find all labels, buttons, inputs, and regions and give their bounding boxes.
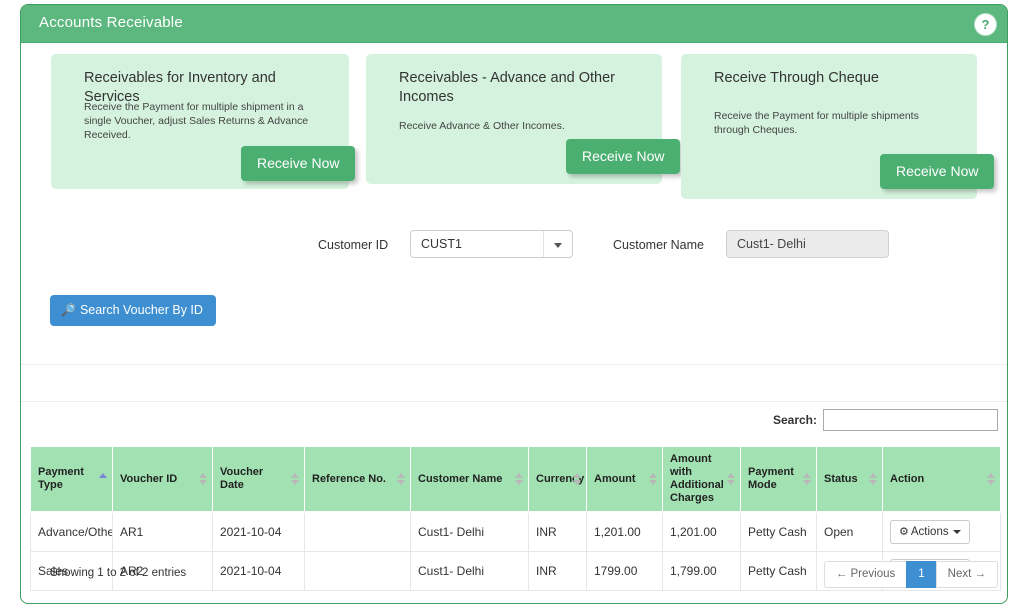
column-header-payment-type[interactable]: Payment Type — [30, 446, 113, 513]
sort-icon — [199, 472, 207, 486]
customer-id-label: Customer ID — [318, 238, 389, 252]
cell-currency: INR — [528, 511, 587, 552]
table-header: Payment Type Voucher ID Voucher Date Ref… — [30, 446, 1001, 513]
panel-header: Accounts Receivable ? — [21, 5, 1007, 43]
accounts-receivable-panel: Accounts Receivable ? Receivables for In… — [20, 4, 1008, 604]
column-header-customer-name[interactable]: Customer Name — [410, 446, 529, 513]
column-label: Payment Type — [38, 466, 84, 491]
receive-now-button-inventory[interactable]: Receive Now — [241, 146, 356, 181]
chevron-down-icon — [554, 243, 562, 248]
chevron-down-icon — [952, 529, 961, 534]
cell-amount-with-charges: 1,201.00 — [662, 511, 741, 552]
select-divider — [543, 231, 544, 257]
entries-info: Showing 1 to 2 of 2 entries — [50, 567, 187, 579]
customer-name-label: Customer Name — [613, 238, 704, 252]
card-title: Receivables - Advance and Other Incomes — [399, 70, 616, 105]
column-header-action[interactable]: Action — [882, 446, 1001, 513]
column-label: Voucher ID — [120, 472, 178, 485]
actions-label: Actions — [910, 526, 949, 538]
column-label: Voucher Date — [220, 466, 264, 491]
column-label: Payment Mode — [748, 466, 794, 491]
search-label: Search: — [772, 413, 817, 427]
sort-icon — [515, 472, 523, 486]
column-header-payment-mode[interactable]: Payment Mode — [740, 446, 817, 513]
column-header-currency[interactable]: Currency — [528, 446, 587, 513]
column-label: Amount with Additional Charges — [670, 453, 724, 504]
cell-voucher-date: 2021-10-04 — [212, 511, 305, 552]
card-title: Receive Through Cheque — [714, 70, 879, 86]
divider-line — [21, 364, 1007, 365]
table-header-row: Payment Type Voucher ID Voucher Date Ref… — [30, 446, 1001, 513]
sort-icon — [803, 472, 811, 486]
receive-now-button-cheque[interactable]: Receive Now — [880, 154, 995, 189]
cell-payment-mode: Petty Cash — [740, 511, 817, 552]
pagination: ← Previous 1 Next → — [823, 561, 998, 588]
column-header-voucher-id[interactable]: Voucher ID — [112, 446, 213, 513]
help-icon[interactable]: ? — [975, 14, 996, 35]
cell-voucher-id-link[interactable]: AR1 — [112, 511, 213, 552]
sort-icon — [869, 472, 877, 486]
sort-icon — [727, 472, 735, 486]
card-receive-through-cheque: Receive Through Cheque Receive the Payme… — [681, 54, 995, 199]
search-voucher-by-id-button[interactable]: 🔍 Search Voucher By ID — [50, 295, 216, 326]
pagination-next[interactable]: Next → — [935, 561, 998, 588]
column-label: Customer Name — [418, 472, 503, 485]
table-footer: Showing 1 to 2 of 2 entries ← Previous 1… — [21, 561, 1007, 601]
customer-filter-row: Customer ID CUST1 Customer Name Cust1- D… — [21, 227, 1007, 269]
page-title: Accounts Receivable — [39, 14, 183, 31]
cell-action: ⚙Actions — [882, 511, 1001, 552]
cell-reference-no — [304, 511, 411, 552]
customer-id-select[interactable]: CUST1 — [410, 230, 573, 258]
divider-line — [21, 401, 1007, 402]
pagination-previous[interactable]: ← Previous — [823, 561, 908, 588]
card-description: Receive the Payment for multiple shipmen… — [714, 110, 919, 136]
magnifier-icon: 🔍 — [61, 303, 76, 317]
sort-icon — [291, 472, 299, 486]
customer-id-value: CUST1 — [421, 237, 462, 251]
column-label: Amount — [594, 472, 636, 485]
sort-icon — [397, 472, 405, 486]
card-receivables-advance-other-incomes: Receivables - Advance and Other Incomes … — [366, 54, 681, 184]
sort-icon — [649, 472, 657, 486]
column-label: Action — [890, 472, 925, 485]
actions-dropdown-button[interactable]: ⚙Actions — [890, 520, 970, 544]
search-voucher-label: Search Voucher By ID — [79, 303, 203, 317]
customer-name-field: Cust1- Delhi — [726, 230, 889, 258]
cell-amount: 1,201.00 — [586, 511, 663, 552]
column-header-amount-with-additional-charges[interactable]: Amount with Additional Charges — [662, 446, 741, 513]
cell-status: Open — [816, 511, 883, 552]
cell-customer-name: Cust1- Delhi — [410, 511, 529, 552]
column-header-voucher-date[interactable]: Voucher Date — [212, 446, 305, 513]
cell-payment-type: Advance/Others — [30, 511, 113, 552]
pagination-page-1[interactable]: 1 — [906, 561, 937, 588]
sort-icon — [573, 472, 581, 486]
sort-ascending-icon — [99, 472, 107, 486]
column-label: Status — [824, 472, 858, 485]
card-receivables-inventory-services: Receivables for Inventory and Services R… — [51, 54, 356, 189]
table-row: Advance/Others AR1 2021-10-04 Cust1- Del… — [30, 511, 1001, 552]
column-header-amount[interactable]: Amount — [586, 446, 663, 513]
card-description: Receive the Payment for multiple shipmen… — [84, 101, 309, 141]
column-header-status[interactable]: Status — [816, 446, 883, 513]
column-label: Reference No. — [312, 472, 386, 485]
card-description: Receive Advance & Other Incomes. — [399, 120, 565, 132]
receive-now-button-advance[interactable]: Receive Now — [566, 139, 681, 174]
gear-icon: ⚙ — [899, 526, 909, 538]
column-header-reference-no[interactable]: Reference No. — [304, 446, 411, 513]
search-input[interactable] — [823, 409, 998, 431]
sort-icon — [987, 472, 995, 486]
